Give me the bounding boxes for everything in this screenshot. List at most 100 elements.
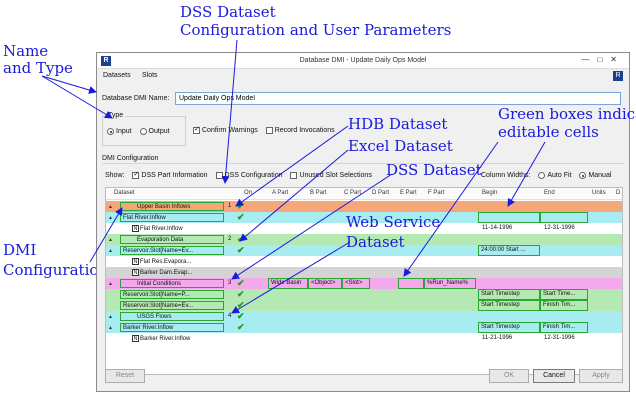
- manual-label: Manual: [588, 172, 612, 179]
- table-row[interactable]: ▲ Upper Basin Inflows 1 ✔: [106, 201, 622, 212]
- menu-slots[interactable]: Slots: [142, 72, 158, 79]
- table-row[interactable]: N Flat Res.Evapora...: [106, 256, 622, 267]
- dataset-number: 3: [228, 280, 232, 286]
- end-cell[interactable]: [540, 212, 588, 223]
- checkmark-icon[interactable]: ✔: [237, 201, 245, 212]
- menu-datasets[interactable]: Datasets: [103, 72, 131, 79]
- slot-name[interactable]: N Flat River.Inflow: [132, 225, 183, 232]
- record-invocations-label: Record Invocations: [274, 127, 335, 134]
- checkmark-icon[interactable]: ✔: [237, 300, 245, 311]
- slot-cell[interactable]: Flat River.Inflow: [120, 213, 224, 222]
- table-header: Dataset On A Part B Part C Part D Part E…: [106, 188, 622, 200]
- slot-cell[interactable]: Barker River.Inflow: [120, 323, 224, 332]
- apply-button[interactable]: Apply: [579, 369, 623, 383]
- auto-fit-label: Auto Fit: [547, 172, 572, 179]
- expand-triangle-icon[interactable]: ▲: [108, 237, 113, 243]
- checkmark-icon[interactable]: ✔: [237, 234, 245, 245]
- table-row[interactable]: Reservoir.Slot[Name=P... ✔ Start Timeste…: [106, 289, 622, 300]
- begin-cell[interactable]: [478, 212, 540, 223]
- annotation-dss-top-2: Configuration and User Parameters: [180, 21, 452, 39]
- record-invocations-checkbox[interactable]: [265, 127, 273, 134]
- annotation-web-2: Dataset: [346, 233, 405, 251]
- table-row[interactable]: N Barker River.Inflow 11-21-1996 12-31-19…: [106, 333, 622, 344]
- cancel-button[interactable]: Cancel: [533, 369, 575, 383]
- slot-name[interactable]: N Barker River.Inflow: [132, 335, 190, 342]
- dataset-cell[interactable]: Initial Conditions: [120, 279, 224, 288]
- manual-radio[interactable]: [579, 172, 587, 179]
- checkmark-icon[interactable]: ✔: [237, 311, 245, 322]
- checkmark-icon[interactable]: ✔: [237, 245, 245, 256]
- header-d: D: [616, 190, 621, 196]
- slot-cell[interactable]: Reservoir.Slot[Name=P...: [120, 290, 224, 299]
- table-row[interactable]: N Barker Dam.Evap...: [106, 267, 622, 278]
- confirm-warnings-checkbox[interactable]: [193, 125, 200, 134]
- close-icon[interactable]: ✕: [610, 55, 625, 64]
- header-e-part: E Part: [400, 190, 417, 196]
- slot-label: Flat Res.Evapora...: [140, 259, 192, 266]
- table-row[interactable]: ▲ USGS Flows 4 ✔: [106, 311, 622, 322]
- checkmark-icon[interactable]: ✔: [237, 289, 245, 300]
- slot-name[interactable]: N Barker Dam.Evap...: [132, 269, 192, 276]
- begin-cell[interactable]: Start Timestep: [478, 300, 540, 311]
- header-dataset: Dataset: [114, 190, 135, 196]
- begin-cell[interactable]: Start Timestep: [478, 322, 540, 333]
- checkmark-icon[interactable]: ✔: [237, 278, 245, 289]
- dss-part-info-label: DSS Part Information: [141, 172, 208, 179]
- slot-cell[interactable]: Reservoir.Slot[Name=Ev...: [120, 301, 224, 310]
- end-cell[interactable]: Finish Tim...: [540, 322, 588, 333]
- dss-config-checkbox[interactable]: [215, 172, 223, 179]
- dataset-cell[interactable]: Evaporation Data: [120, 235, 224, 244]
- annotation-hdb: HDB Dataset: [348, 115, 448, 133]
- output-radio[interactable]: [139, 128, 147, 135]
- unused-slot-checkbox[interactable]: [290, 172, 298, 179]
- a-part-cell[interactable]: Wide Basin: [268, 278, 308, 289]
- end-cell[interactable]: Start Time...: [540, 289, 588, 300]
- slot-icon: N: [132, 335, 139, 342]
- checkmark-icon[interactable]: ✔: [237, 322, 245, 333]
- begin-cell[interactable]: 24:00:00 Start ...: [478, 245, 540, 256]
- menu-bar: Datasets Slots: [97, 70, 629, 82]
- window-controls: —□✕: [581, 55, 625, 64]
- expand-triangle-icon[interactable]: ▲: [108, 248, 113, 254]
- auto-fit-radio[interactable]: [538, 172, 546, 179]
- end-value: 12-31-1996: [544, 225, 575, 231]
- header-b-part: B Part: [310, 190, 327, 196]
- header-begin: Begin: [482, 190, 498, 196]
- expand-triangle-icon[interactable]: ▲: [108, 281, 113, 287]
- maximize-icon[interactable]: □: [597, 55, 610, 64]
- dataset-cell[interactable]: USGS Flows: [120, 312, 224, 321]
- table-row[interactable]: ▲ Initial Conditions 3 ✔ Wide Basin <Obj…: [106, 278, 622, 289]
- dmi-name-input[interactable]: [175, 92, 621, 105]
- input-radio[interactable]: [107, 128, 114, 135]
- expand-triangle-icon[interactable]: ▲: [108, 314, 113, 320]
- expand-triangle-icon[interactable]: ▲: [108, 325, 113, 331]
- minimize-icon[interactable]: —: [581, 55, 597, 64]
- dataset-cell[interactable]: Upper Basin Inflows: [120, 202, 224, 211]
- table-row[interactable]: Reservoir.Slot[Name=Ev... ✔ Start Timest…: [106, 300, 622, 311]
- output-radio-label: Output: [148, 128, 170, 135]
- type-groupbox: Type Input Output: [102, 112, 186, 146]
- dataset-number: 4: [228, 313, 232, 319]
- c-part-cell[interactable]: <Slot>: [342, 278, 370, 289]
- input-radio-label: Input: [116, 128, 132, 135]
- slot-cell[interactable]: Reservoir.Slot[Name=Ev...: [120, 246, 224, 255]
- annotation-green-2: editable cells: [498, 123, 599, 141]
- dmi-name-label: Database DMI Name:: [102, 95, 170, 102]
- end-cell[interactable]: Finish Tim...: [540, 300, 588, 311]
- slot-name[interactable]: N Flat Res.Evapora...: [132, 258, 191, 265]
- table-row[interactable]: ▲ Barker River.Inflow ✔ Start Timestep F…: [106, 322, 622, 333]
- e-part-cell[interactable]: [398, 278, 424, 289]
- help-icon[interactable]: R: [613, 71, 623, 81]
- ok-button[interactable]: OK: [489, 369, 529, 383]
- expand-triangle-icon[interactable]: ▲: [108, 215, 113, 221]
- reset-button[interactable]: Reset: [105, 369, 145, 383]
- show-label: Show:: [105, 172, 125, 179]
- dss-part-info-checkbox[interactable]: [132, 170, 140, 179]
- annotation-dss-mid: DSS Dataset: [386, 161, 482, 179]
- checkmark-icon[interactable]: ✔: [237, 212, 245, 223]
- begin-cell[interactable]: Start Timestep: [478, 289, 540, 300]
- annotation-name-2: and Type: [3, 59, 73, 77]
- expand-triangle-icon[interactable]: ▲: [108, 204, 113, 210]
- b-part-cell[interactable]: <Object>: [308, 278, 342, 289]
- f-part-cell[interactable]: %Run_Name%: [424, 278, 476, 289]
